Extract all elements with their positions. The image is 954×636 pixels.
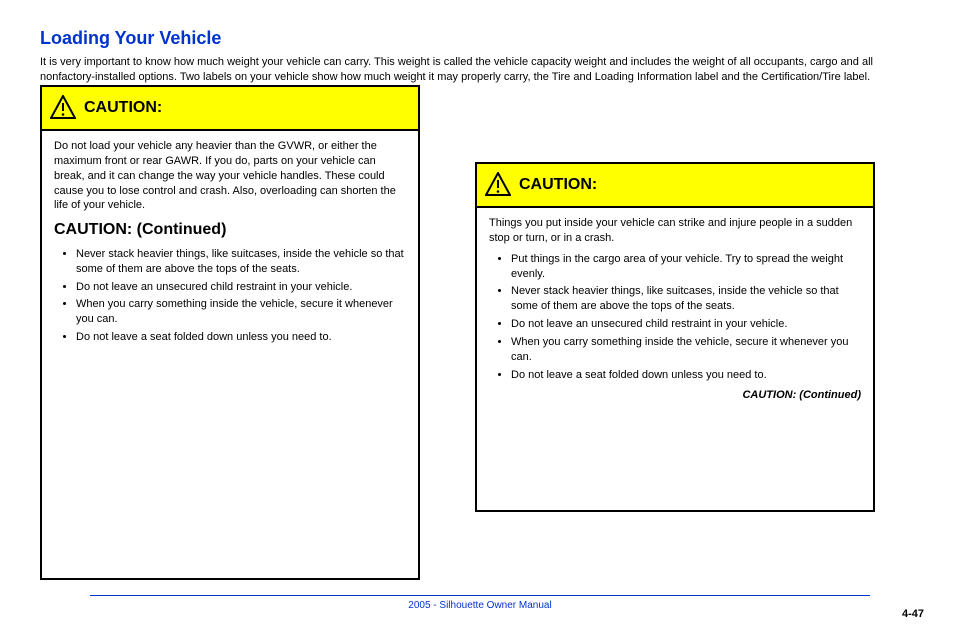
list-item: Put things in the cargo area of your veh…	[511, 252, 861, 282]
list-item: Never stack heavier things, like suitcas…	[76, 247, 406, 277]
caution-bullet-list-left: Never stack heavier things, like suitcas…	[54, 247, 406, 345]
list-item: Do not leave a seat folded down unless y…	[511, 368, 861, 383]
caution-continued-label: CAUTION: (Continued)	[54, 219, 406, 241]
caution-body-left: Do not load your vehicle any heavier tha…	[42, 131, 418, 360]
caution-bullet-list-right: Put things in the cargo area of your veh…	[489, 252, 861, 383]
caution-body-right: Things you put inside your vehicle can s…	[477, 208, 873, 421]
list-item: When you carry something inside the vehi…	[76, 297, 406, 327]
intro-paragraph: It is very important to know how much we…	[40, 55, 910, 85]
caution-header-left: CAUTION:	[42, 87, 418, 131]
footer-manual-title: 2005 - Silhouette Owner Manual	[90, 595, 870, 611]
caution-continued-right: CAUTION: (Continued)	[489, 388, 861, 403]
warning-triangle-icon	[485, 172, 511, 199]
caution-header-right: CAUTION:	[477, 164, 873, 208]
caution-label-right: CAUTION:	[519, 176, 597, 194]
list-item: Do not leave an unsecured child restrain…	[76, 280, 406, 295]
section-title: Loading Your Vehicle	[40, 28, 221, 49]
list-item: Do not leave a seat folded down unless y…	[76, 330, 406, 345]
page-number: 4-47	[902, 608, 924, 620]
list-item: When you carry something inside the vehi…	[511, 335, 861, 365]
caution-box-right: CAUTION: Things you put inside your vehi…	[475, 162, 875, 512]
caution-paragraph-left: Do not load your vehicle any heavier tha…	[54, 139, 406, 213]
caution-box-left: CAUTION: Do not load your vehicle any he…	[40, 85, 420, 580]
caution-label-left: CAUTION:	[84, 99, 162, 117]
list-item: Do not leave an unsecured child restrain…	[511, 317, 861, 332]
list-item: Never stack heavier things, like suitcas…	[511, 284, 861, 314]
warning-triangle-icon	[50, 95, 76, 122]
caution-paragraph-right: Things you put inside your vehicle can s…	[489, 216, 861, 246]
